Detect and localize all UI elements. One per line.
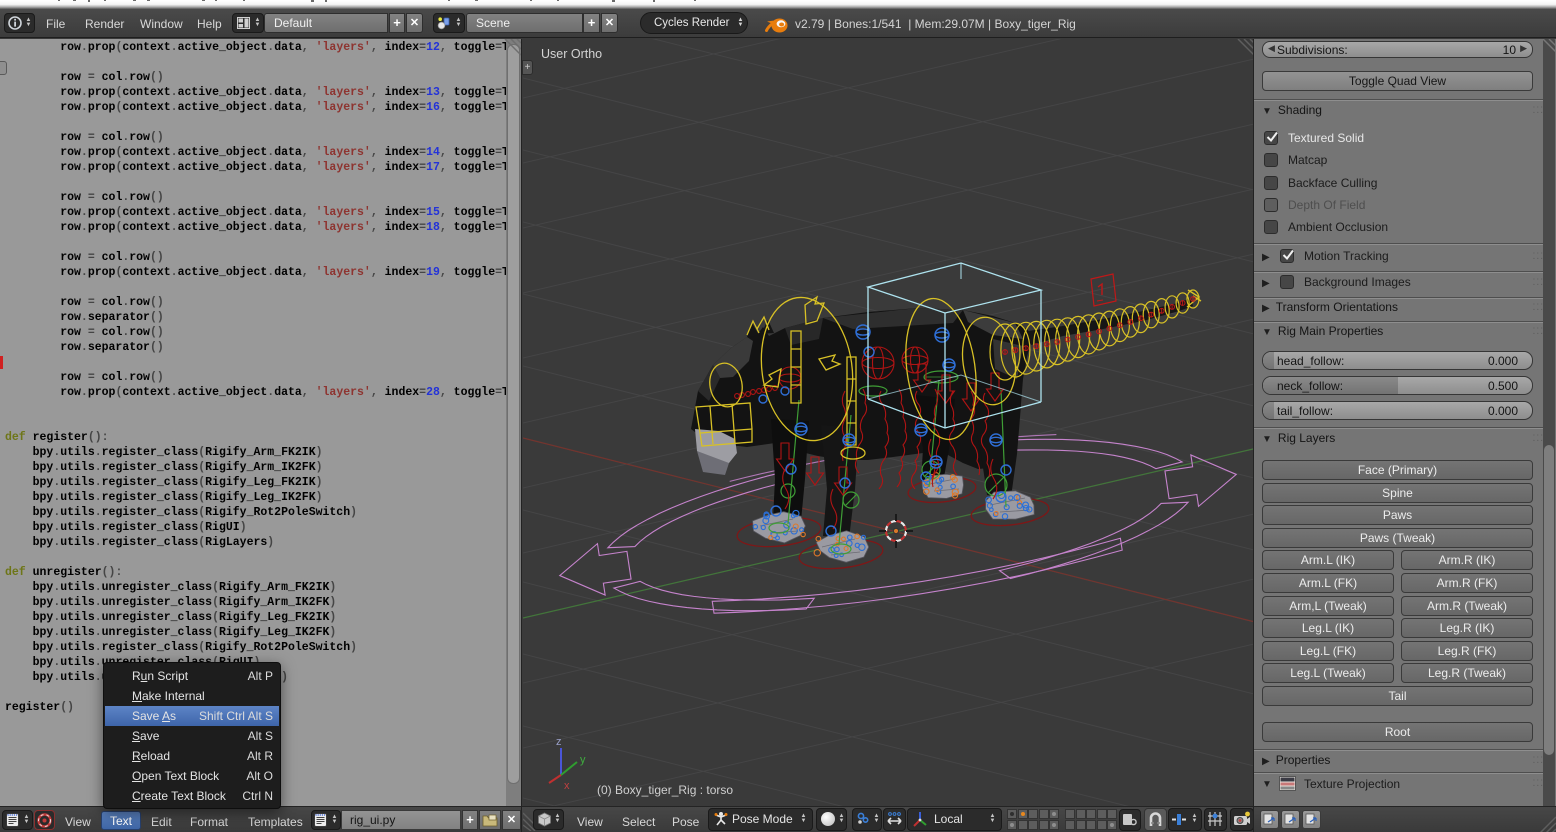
svg-text:(0) Boxy_tiger_Rig : torso: (0) Boxy_tiger_Rig : torso (597, 783, 733, 797)
svg-text:y: y (580, 754, 586, 766)
svg-text:User Ortho: User Ortho (541, 47, 602, 61)
svg-text:z: z (556, 736, 562, 748)
svg-text:x: x (564, 780, 570, 792)
